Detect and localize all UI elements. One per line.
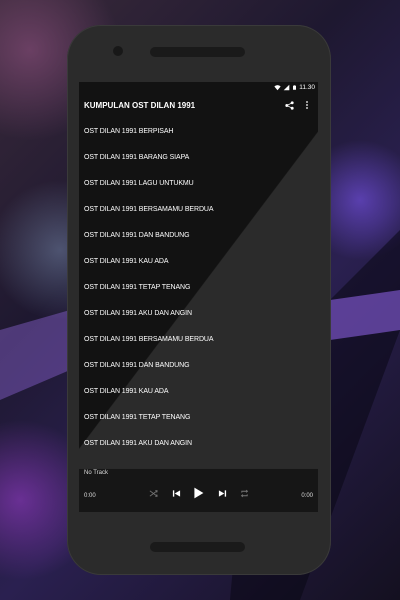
current-track-label: No Track (84, 470, 109, 476)
song-item[interactable]: OST DILAN 1991 DAN BANDUNG (79, 222, 318, 248)
song-item[interactable]: OST DILAN 1991 BERSAMAMU BERDUA (79, 196, 318, 222)
song-item[interactable]: OST DILAN 1991 DAN BANDUNG (79, 352, 318, 378)
signal-icon (283, 84, 290, 91)
bottom-speaker (150, 542, 245, 552)
song-item[interactable]: OST DILAN 1991 BERSAMAMU BERDUA (79, 326, 318, 352)
song-item[interactable]: OST DILAN 1991 TETAP TENANG (79, 274, 318, 300)
elapsed-time: 0:00 (84, 493, 96, 499)
song-item[interactable]: OST DILAN 1991 AKU DAN ANGIN (79, 300, 318, 326)
app-bar: KUMPULAN OST DILAN 1991 (79, 95, 318, 115)
play-icon[interactable] (191, 486, 205, 500)
next-icon[interactable] (215, 486, 229, 500)
wifi-icon (274, 85, 281, 91)
shuffle-icon[interactable] (146, 486, 160, 500)
track-duration: 0:00 (301, 493, 313, 499)
song-item[interactable]: OST DILAN 1991 LAGU UNTUKMU (79, 170, 318, 196)
status-time: 11.30 (299, 84, 315, 91)
song-item[interactable]: OST DILAN 1991 BARANG SIAPA (79, 144, 318, 170)
more-vert-icon[interactable] (300, 98, 314, 112)
front-camera (113, 46, 123, 56)
repeat-icon[interactable] (237, 486, 251, 500)
battery-icon (293, 85, 297, 90)
player-bar: No Track 0:00 0:00 (79, 468, 318, 512)
app-title: KUMPULAN OST DILAN 1991 (84, 100, 196, 110)
share-icon[interactable] (282, 98, 296, 112)
earpiece-speaker (150, 47, 245, 57)
song-item[interactable]: OST DILAN 1991 BERPISAH (79, 118, 318, 144)
song-item[interactable]: OST DILAN 1991 KAU ADA (79, 248, 318, 274)
song-item[interactable]: OST DILAN 1991 TETAP TENANG (79, 404, 318, 430)
previous-icon[interactable] (169, 486, 183, 500)
app-screen: 11.30 KUMPULAN OST DILAN 1991 OST DILAN … (79, 82, 318, 512)
status-bar: 11.30 (79, 82, 318, 93)
song-item[interactable]: OST DILAN 1991 AKU DAN ANGIN (79, 430, 318, 456)
song-list: OST DILAN 1991 BERPISAH OST DILAN 1991 B… (79, 118, 318, 456)
song-item[interactable]: OST DILAN 1991 KAU ADA (79, 378, 318, 404)
